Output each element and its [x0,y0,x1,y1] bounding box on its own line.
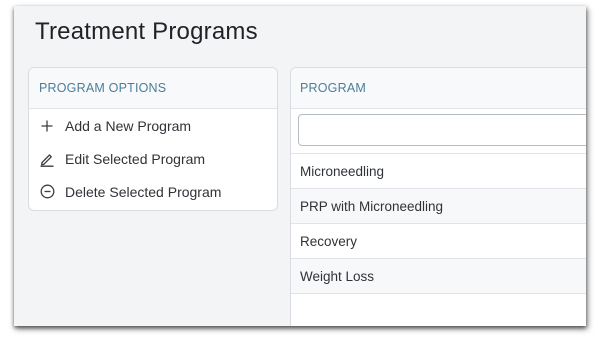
program-column-header[interactable]: PROGRAM [291,68,586,109]
filter-row [291,109,586,154]
program-list-panel: PROGRAM Microneedling PRP with Microneed… [290,67,586,326]
table-row[interactable]: Recovery [291,224,586,259]
program-options-header: PROGRAM OPTIONS [29,68,277,109]
edit-program-button[interactable]: Edit Selected Program [29,142,277,175]
add-program-label: Add a New Program [65,117,192,134]
table-row[interactable]: Microneedling [291,154,586,189]
page-title: Treatment Programs [35,18,258,45]
plus-icon [39,118,55,134]
program-filter-input[interactable] [298,114,586,146]
table-row[interactable]: PRP with Microneedling [291,189,586,224]
app-window: Treatment Programs PROGRAM OPTIONS Add a… [14,6,586,326]
delete-program-button[interactable]: Delete Selected Program [29,175,277,208]
edit-program-label: Edit Selected Program [65,150,206,167]
minus-circle-icon [39,184,55,200]
delete-program-label: Delete Selected Program [65,183,222,200]
program-options-panel: PROGRAM OPTIONS Add a New Program Edit S… [28,67,278,211]
pencil-icon [39,151,55,167]
table-row[interactable]: Weight Loss [291,259,586,294]
add-program-button[interactable]: Add a New Program [29,109,277,142]
